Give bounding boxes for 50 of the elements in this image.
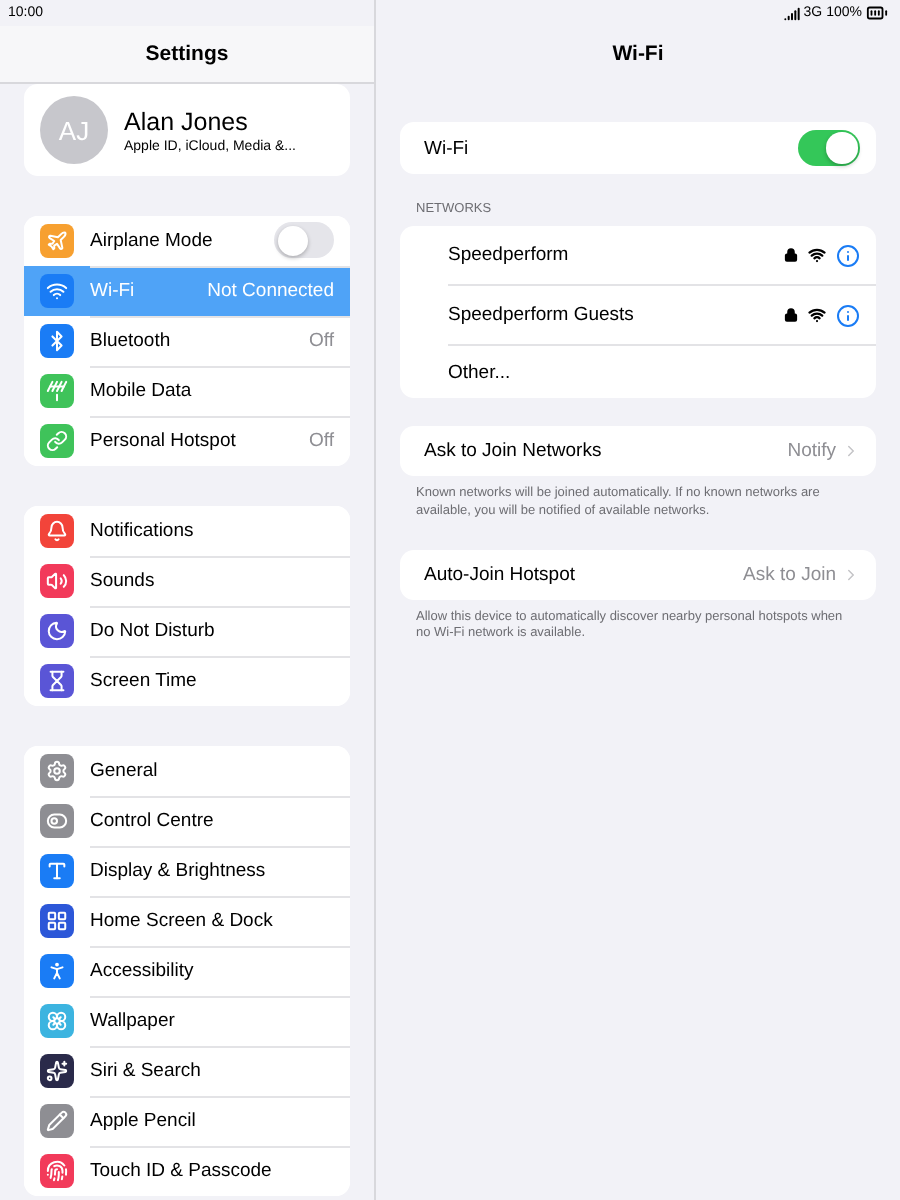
- row-value: Not Connected: [207, 279, 334, 301]
- row-label: Touch ID & Passcode: [90, 1160, 274, 1182]
- network-name: Speedperform Guests: [448, 304, 636, 326]
- chevron-icon: [842, 442, 860, 460]
- signal-icon: [783, 5, 800, 21]
- row-label: Mobile Data: [90, 379, 194, 401]
- wifi-toggle[interactable]: [798, 129, 860, 167]
- option-value: Notify: [787, 440, 836, 462]
- detail-title: Wi-Fi: [612, 42, 664, 66]
- battery-icon: [866, 2, 888, 24]
- row-label: Bluetooth: [90, 329, 173, 351]
- lock-icon: [784, 248, 798, 262]
- row-label: Personal Hotspot: [90, 430, 238, 452]
- option-label: Auto-Join Hotspot: [424, 563, 578, 586]
- row-label: Notifications: [90, 519, 196, 541]
- row-label: Accessibility: [90, 959, 196, 981]
- row-label: Do Not Disturb: [90, 619, 217, 641]
- info-icon[interactable]: [836, 243, 860, 267]
- wifi-icon: [808, 246, 826, 264]
- profile-name: Alan Jones: [124, 107, 250, 135]
- row-label: Wallpaper: [90, 1009, 177, 1031]
- network-row[interactable]: Speedperform Guests: [448, 286, 876, 346]
- row-value: Off: [309, 329, 334, 351]
- row-label: Sounds: [90, 569, 157, 591]
- option-value: Ask to Join: [743, 563, 836, 586]
- network-name: Other...: [448, 361, 513, 383]
- wifi-label: Wi-Fi: [424, 137, 471, 159]
- toggle-switch[interactable]: [274, 222, 334, 258]
- row-label: Home Screen & Dock: [90, 909, 275, 931]
- row-label: General: [90, 759, 160, 781]
- sidebar-title: Settings: [145, 42, 229, 66]
- row-label: Screen Time: [90, 670, 199, 692]
- lock-icon: [784, 308, 798, 322]
- network-name: Speedperform: [448, 244, 571, 266]
- row-label: Siri & Search: [90, 1059, 203, 1081]
- row-label: Apple Pencil: [90, 1109, 198, 1131]
- wifi-icon: [808, 306, 826, 324]
- option-row[interactable]: Ask to Join Networks Notify: [400, 426, 876, 476]
- row-label: Display & Brightness: [90, 859, 268, 881]
- row-label: Wi-Fi: [90, 279, 137, 301]
- row-label: Airplane Mode: [90, 229, 215, 251]
- option-label: Ask to Join Networks: [424, 440, 604, 462]
- network-row[interactable]: Speedperform: [448, 226, 876, 286]
- row-label: Control Centre: [90, 809, 216, 831]
- info-icon[interactable]: [836, 303, 860, 327]
- row-value: Off: [309, 430, 334, 452]
- avatar-circle: AJ: [40, 96, 108, 164]
- option-row[interactable]: Auto-Join Hotspot Ask to Join: [400, 549, 876, 600]
- chevron-icon: [842, 565, 860, 584]
- network-row[interactable]: Other...: [448, 346, 876, 398]
